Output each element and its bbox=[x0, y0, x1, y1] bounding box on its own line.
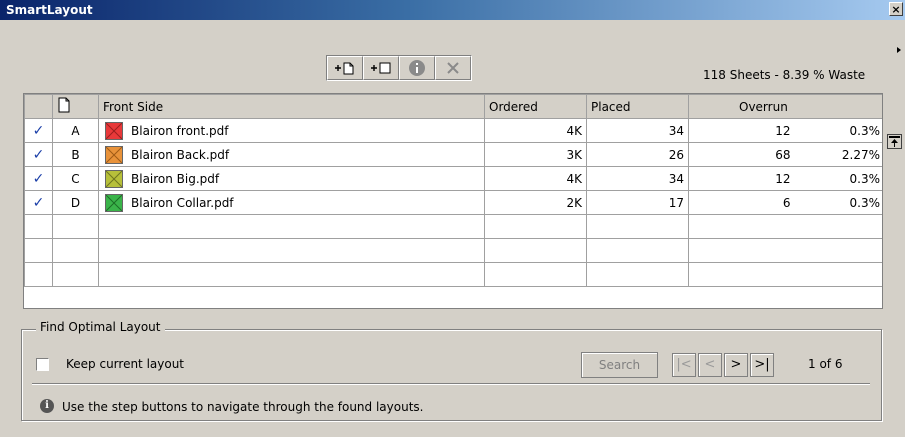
row-id: A bbox=[52, 118, 99, 143]
row-check[interactable]: ✓ bbox=[33, 195, 45, 211]
header-ordered[interactable]: Ordered bbox=[484, 94, 587, 119]
color-swatch bbox=[105, 193, 123, 212]
row-id: B bbox=[52, 142, 99, 167]
placed-value: 26 bbox=[586, 142, 689, 167]
next-layout-button[interactable]: > bbox=[724, 353, 748, 377]
separator bbox=[32, 383, 870, 385]
placed-value: 34 bbox=[586, 118, 689, 143]
first-layout-button[interactable]: |< bbox=[672, 353, 696, 377]
search-button[interactable]: Search bbox=[581, 352, 658, 378]
row-check[interactable]: ✓ bbox=[33, 147, 45, 163]
pin-icon[interactable] bbox=[887, 134, 902, 149]
color-swatch bbox=[105, 169, 123, 188]
title-bar: SmartLayout × bbox=[0, 0, 905, 20]
row-check[interactable]: ✓ bbox=[33, 171, 45, 187]
file-name: Blairon front.pdf bbox=[131, 123, 229, 138]
table-row[interactable]: ✓ A Blairon front.pdf 4K 34 12 0.3% bbox=[24, 118, 882, 143]
table-row[interactable]: ✓ B Blairon Back.pdf 3K 26 68 2.27% bbox=[24, 142, 882, 167]
ordered-value: 4K bbox=[484, 166, 587, 191]
flyout-arrow-icon[interactable] bbox=[897, 47, 901, 53]
keep-current-layout-checkbox[interactable] bbox=[36, 358, 49, 371]
group-title: Find Optimal Layout bbox=[36, 320, 165, 334]
ordered-value: 3K bbox=[484, 142, 587, 167]
layout-nav: |< < > >| bbox=[672, 353, 774, 377]
header-page-icon-cell[interactable] bbox=[52, 94, 99, 119]
window-title: SmartLayout bbox=[6, 3, 93, 17]
layout-grid: Front Side Ordered Placed Overrun ✓ A Bl… bbox=[23, 93, 883, 309]
add-frame-button[interactable] bbox=[363, 56, 399, 80]
add-sheet-button[interactable] bbox=[327, 56, 363, 80]
file-name: Blairon Big.pdf bbox=[131, 171, 220, 186]
close-button[interactable]: × bbox=[889, 2, 903, 16]
overrun-value: 12 bbox=[775, 171, 791, 186]
page-icon bbox=[58, 97, 70, 113]
info-button[interactable] bbox=[399, 56, 435, 80]
table-row[interactable]: ✓ D Blairon Collar.pdf 2K 17 6 0.3% bbox=[24, 190, 882, 215]
header-overrun-label: Overrun bbox=[739, 99, 788, 114]
delete-button[interactable] bbox=[435, 56, 471, 80]
color-swatch bbox=[105, 121, 123, 140]
info-icon: i bbox=[40, 399, 54, 413]
row-check[interactable]: ✓ bbox=[33, 123, 45, 139]
overrun-percent: 2.27% bbox=[841, 147, 880, 162]
info-icon bbox=[409, 60, 425, 76]
ordered-value: 2K bbox=[484, 190, 587, 215]
empty-row[interactable] bbox=[24, 214, 882, 239]
toolbar bbox=[326, 55, 472, 81]
file-name: Blairon Collar.pdf bbox=[131, 195, 234, 210]
empty-row[interactable] bbox=[24, 262, 882, 287]
overrun-percent: 0.3% bbox=[849, 195, 881, 210]
header-check bbox=[24, 94, 53, 119]
add-sheet-icon bbox=[335, 62, 354, 75]
row-id: D bbox=[52, 190, 99, 215]
empty-row[interactable] bbox=[24, 238, 882, 263]
grid-header-row: Front Side Ordered Placed Overrun bbox=[24, 94, 882, 119]
overrun-value: 12 bbox=[775, 123, 791, 138]
overrun-value: 68 bbox=[775, 147, 791, 162]
table-row[interactable]: ✓ C Blairon Big.pdf 4K 34 12 0.3% bbox=[24, 166, 882, 191]
overrun-percent: 0.3% bbox=[849, 171, 881, 186]
delete-icon bbox=[447, 62, 459, 74]
header-front-side[interactable]: Front Side bbox=[98, 94, 485, 119]
prev-layout-button[interactable]: < bbox=[698, 353, 722, 377]
overrun-percent: 0.3% bbox=[849, 123, 881, 138]
last-layout-button[interactable]: >| bbox=[750, 353, 774, 377]
hint-text: Use the step buttons to navigate through… bbox=[62, 400, 424, 414]
header-overrun[interactable]: Overrun bbox=[688, 94, 882, 119]
header-placed[interactable]: Placed bbox=[586, 94, 689, 119]
color-swatch bbox=[105, 145, 123, 164]
ordered-value: 4K bbox=[484, 118, 587, 143]
keep-current-layout-label[interactable]: Keep current layout bbox=[66, 357, 184, 371]
file-name: Blairon Back.pdf bbox=[131, 147, 230, 162]
placed-value: 34 bbox=[586, 166, 689, 191]
sheets-waste-summary: 118 Sheets - 8.39 % Waste bbox=[703, 68, 866, 82]
layout-page-count: 1 of 6 bbox=[808, 357, 843, 371]
overrun-value: 6 bbox=[782, 195, 791, 210]
placed-value: 17 bbox=[586, 190, 689, 215]
row-id: C bbox=[52, 166, 99, 191]
add-frame-icon bbox=[371, 62, 391, 74]
